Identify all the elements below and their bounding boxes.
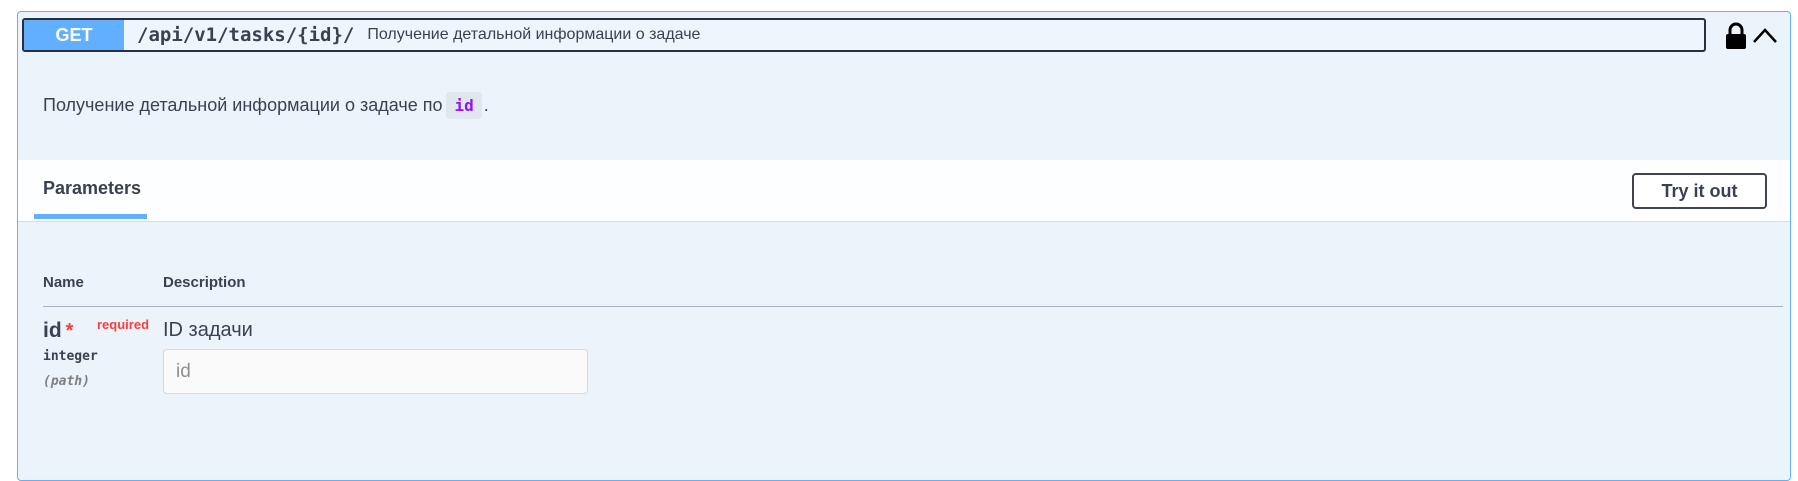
id-input[interactable]: [163, 349, 588, 394]
tab-active-indicator: [34, 214, 147, 219]
parameters-section-header: Parameters Try it out: [18, 160, 1790, 222]
operation-path: /api/v1/tasks/{id}/: [137, 24, 355, 46]
required-star: *: [65, 320, 74, 342]
chevron-up-icon[interactable]: [1750, 24, 1780, 48]
tab-parameters[interactable]: Parameters: [34, 160, 147, 220]
table-header-divider: [43, 306, 1783, 307]
tab-parameters-label: Parameters: [43, 178, 142, 198]
operation-description: Получение детальной информации о задаче …: [43, 92, 489, 119]
lock-icon[interactable]: [1724, 22, 1748, 50]
operation-description-text: Получение детальной информации о задаче …: [43, 95, 443, 115]
inline-code: id: [446, 92, 482, 119]
column-header-name: Name: [43, 274, 84, 291]
operation-summary-text: Получение детальной информации о задаче: [367, 26, 701, 43]
parameter-type: integer: [43, 349, 98, 364]
operation-summary[interactable]: GET /api/v1/tasks/{id}/ Получение деталь…: [22, 18, 1706, 52]
parameter-description: ID задачи: [163, 319, 253, 341]
operation-description-end: .: [483, 95, 489, 115]
parameter-name-text: id: [43, 319, 62, 342]
operation-block: GET /api/v1/tasks/{id}/ Получение деталь…: [17, 11, 1791, 481]
try-it-out-button[interactable]: Try it out: [1632, 173, 1767, 209]
method-badge: GET: [24, 20, 124, 50]
parameter-name: id *: [43, 319, 73, 343]
column-header-description: Description: [163, 274, 246, 291]
parameter-location: (path): [43, 374, 90, 389]
required-label: required: [97, 317, 150, 332]
